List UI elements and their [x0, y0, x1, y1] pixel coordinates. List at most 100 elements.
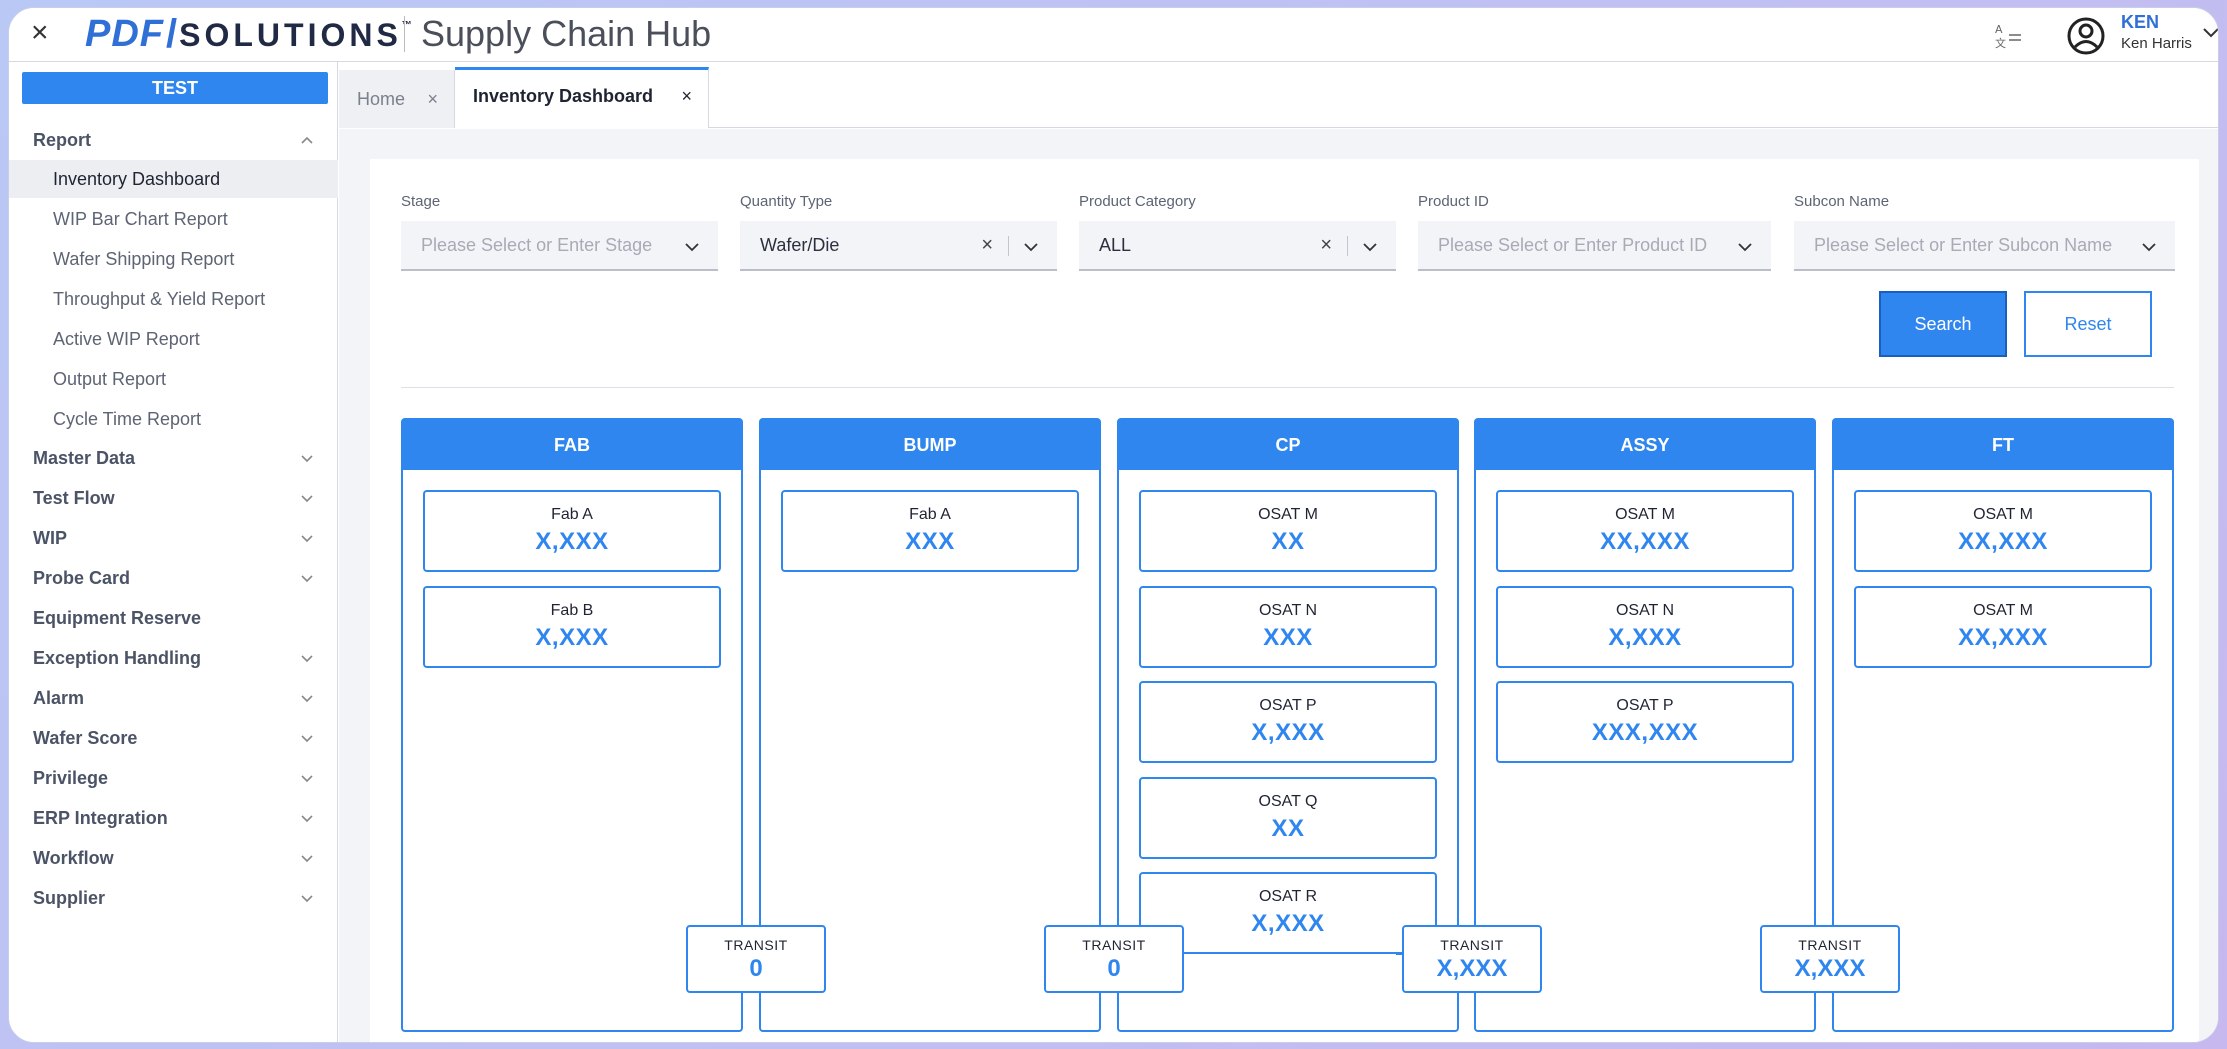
close-tab-icon[interactable]: × — [681, 70, 692, 122]
card-quantity: X,XXX — [1251, 719, 1325, 746]
subcon-name-select[interactable]: Please Select or Enter Subcon Name — [1794, 221, 2175, 271]
sidebar-section-privilege[interactable]: Privilege — [9, 758, 338, 798]
sidebar-item-active-wip-report[interactable]: Active WIP Report — [9, 320, 338, 358]
user-avatar-icon[interactable] — [2066, 16, 2106, 56]
sidebar-section-report[interactable]: Report — [9, 120, 338, 160]
clear-icon[interactable]: × — [1320, 221, 1332, 269]
quantity-type-select[interactable]: Wafer/Die × — [740, 221, 1057, 271]
transit-box-assy-ft[interactable]: TRANSIT X,XXX — [1760, 925, 1900, 993]
inventory-card[interactable]: OSAT P XXX,XXX — [1496, 681, 1794, 763]
inventory-card[interactable]: OSAT M XX — [1139, 490, 1437, 572]
transit-label: TRANSIT — [1440, 937, 1504, 953]
sidebar-section-wafer-score[interactable]: Wafer Score — [9, 718, 338, 758]
sidebar-section-test-flow[interactable]: Test Flow — [9, 478, 338, 518]
stage-label: Stage — [401, 193, 441, 210]
sidebar-section-label: Master Data — [33, 448, 136, 468]
sidebar-section-label: WIP — [33, 528, 67, 548]
sidebar-item-inventory-dashboard[interactable]: Inventory Dashboard — [9, 160, 338, 198]
sidebar-section-master-data[interactable]: Master Data — [9, 438, 338, 478]
sidebar-section-wip[interactable]: WIP — [9, 518, 338, 558]
inventory-card[interactable]: OSAT N XXX — [1139, 586, 1437, 668]
card-site: OSAT Q — [1258, 793, 1318, 810]
transit-value: X,XXX — [1794, 955, 1866, 982]
sidebar-item-output-report[interactable]: Output Report — [9, 360, 338, 398]
logo-solutions-text: SOLUTIONS — [179, 17, 402, 53]
inventory-card[interactable]: OSAT P X,XXX — [1139, 681, 1437, 763]
stage-header: BUMP — [761, 420, 1099, 470]
card-quantity: XX,XXX — [1958, 528, 2048, 555]
search-button[interactable]: Search — [1879, 291, 2007, 357]
product-id-select[interactable]: Please Select or Enter Product ID — [1418, 221, 1771, 271]
stage-header: CP — [1119, 420, 1457, 470]
card-site: OSAT N — [1258, 602, 1318, 619]
inventory-card[interactable]: OSAT M XX,XXX — [1854, 490, 2152, 572]
quantity-type-label: Quantity Type — [740, 193, 833, 210]
chevron-down-icon — [301, 735, 313, 743]
header-divider — [404, 16, 405, 52]
sidebar-section-label: Alarm — [33, 688, 85, 708]
card-site: OSAT M — [1615, 506, 1675, 523]
chevron-up-icon — [301, 136, 313, 144]
user-menu-chevron-icon[interactable] — [2201, 22, 2219, 42]
sidebar-section-label: Report — [33, 130, 91, 150]
sidebar-section-label: Wafer Score — [33, 728, 138, 748]
inventory-card[interactable]: OSAT M XX,XXX — [1854, 586, 2152, 668]
chevron-down-icon — [1738, 243, 1752, 252]
inventory-card[interactable]: OSAT N X,XXX — [1496, 586, 1794, 668]
language-icon[interactable]: A 文 — [1994, 22, 2024, 50]
chevron-down-icon — [301, 455, 313, 463]
sidebar-section-erp-integration[interactable]: ERP Integration — [9, 798, 338, 838]
card-site: Fab B — [550, 602, 594, 619]
card-quantity: XX,XXX — [1600, 528, 1690, 555]
transit-box-bump-cp[interactable]: TRANSIT 0 — [1044, 925, 1184, 993]
card-site: OSAT P — [1616, 697, 1674, 714]
svg-text:文: 文 — [1995, 36, 2006, 50]
sidebar-item-throughput-yield-report[interactable]: Throughput & Yield Report — [9, 280, 338, 318]
transit-box-fab-bump[interactable]: TRANSIT 0 — [686, 925, 826, 993]
logo-slash-text: / — [166, 12, 178, 56]
tab-label: Home — [357, 89, 406, 109]
app-title: Supply Chain Hub — [421, 13, 712, 54]
card-site: OSAT M — [1973, 506, 2033, 523]
quantity-type-value: Wafer/Die — [760, 235, 840, 255]
sidebar-section-label: Test Flow — [33, 488, 115, 508]
main-content: Stage Please Select or Enter Stage Quant… — [339, 129, 2218, 1042]
sidebar-section-label: Equipment Reserve — [33, 608, 202, 628]
close-window-button[interactable]: × — [31, 18, 49, 48]
close-tab-icon[interactable]: × — [427, 70, 438, 128]
chevron-down-icon — [685, 243, 699, 252]
product-category-select[interactable]: ALL × — [1079, 221, 1396, 271]
inventory-card[interactable]: Fab A XXX — [781, 490, 1079, 572]
tab-home[interactable]: Home × — [339, 70, 455, 128]
sidebar-section-supplier[interactable]: Supplier — [9, 878, 338, 918]
user-short-name[interactable]: KEN — [2121, 12, 2159, 33]
reset-button[interactable]: Reset — [2024, 291, 2152, 357]
sidebar-section-exception-handling[interactable]: Exception Handling — [9, 638, 338, 678]
transit-box-cp-assy[interactable]: TRANSIT X,XXX — [1402, 925, 1542, 993]
chevron-down-icon — [301, 815, 313, 823]
field-separator — [1008, 236, 1009, 256]
divider — [401, 387, 2174, 388]
card-quantity: XX,XXX — [1958, 624, 2048, 651]
sidebar-section-probe-card[interactable]: Probe Card — [9, 558, 338, 598]
sidebar-item-wip-bar-chart-report[interactable]: WIP Bar Chart Report — [9, 200, 338, 238]
card-site: OSAT R — [1258, 888, 1318, 905]
sidebar-item-wafer-shipping-report[interactable]: Wafer Shipping Report — [9, 240, 338, 278]
app-header: × PDF / SOLUTIONS ™ Supply Chain Hub A 文… — [9, 8, 2218, 62]
inventory-card[interactable]: Fab B X,XXX — [423, 586, 721, 668]
tab-inventory-dashboard[interactable]: Inventory Dashboard × — [455, 67, 709, 128]
sidebar-section-alarm[interactable]: Alarm — [9, 678, 338, 718]
stage-select[interactable]: Please Select or Enter Stage — [401, 221, 718, 271]
sidebar-section-equipment-reserve[interactable]: Equipment Reserve — [9, 598, 338, 638]
card-quantity: XX — [1271, 528, 1305, 555]
card-site: OSAT N — [1615, 602, 1675, 619]
user-full-name[interactable]: Ken Harris — [2121, 35, 2192, 52]
inventory-card[interactable]: Fab A X,XXX — [423, 490, 721, 572]
clear-icon[interactable]: × — [981, 221, 993, 269]
inventory-card[interactable]: OSAT Q XX — [1139, 777, 1437, 859]
stage-header: FAB — [403, 420, 741, 470]
sidebar-section-label: Supplier — [33, 888, 106, 908]
inventory-card[interactable]: OSAT M XX,XXX — [1496, 490, 1794, 572]
sidebar-section-workflow[interactable]: Workflow — [9, 838, 338, 878]
sidebar-item-cycle-time-report[interactable]: Cycle Time Report — [9, 400, 338, 438]
